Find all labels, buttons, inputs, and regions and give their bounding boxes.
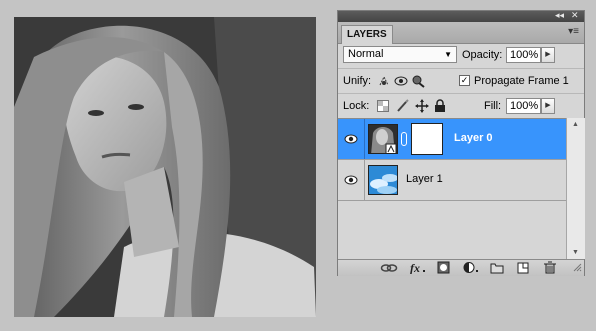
adjustment-layer-icon[interactable] [463, 261, 481, 274]
fill-label: Fill: [484, 100, 502, 112]
scroll-down-icon[interactable]: ▼ [572, 249, 579, 256]
lock-position-icon[interactable] [415, 99, 429, 113]
sky-clouds-thumbnail[interactable] [368, 165, 398, 195]
visibility-toggle[interactable] [338, 160, 365, 200]
unify-row: Unify: ✓ Propagate Frame 1 [338, 68, 584, 93]
fill-slider-button[interactable]: ▶ [541, 98, 555, 114]
chevron-down-icon: ▼ [444, 50, 452, 59]
fx-icon[interactable]: fx [409, 261, 427, 274]
resize-grip-icon[interactable] [573, 263, 582, 272]
eye-icon[interactable] [344, 174, 358, 186]
portrait-thumbnail[interactable] [368, 124, 398, 154]
lock-row: Lock: Fill: 100% ▶ [338, 93, 584, 118]
unify-position-icon[interactable] [377, 74, 391, 88]
lock-label: Lock: [343, 100, 370, 112]
unify-label: Unify: [343, 75, 372, 87]
new-layer-icon[interactable] [516, 261, 530, 274]
delete-icon[interactable] [543, 261, 557, 274]
document-canvas[interactable] [14, 17, 316, 317]
panel-footer: fx [338, 259, 584, 276]
unify-visibility-icon[interactable] [394, 74, 408, 88]
lock-all-icon[interactable] [434, 99, 446, 113]
layers-panel: ◂◂ ✕ LAYERS ▾≡ Normal ▼ Opacity: 100% ▶ … [337, 10, 585, 276]
lock-transparent-pixels-icon[interactable] [377, 100, 389, 112]
opacity-input[interactable]: 100% [506, 47, 541, 63]
propagate-frame-checkbox[interactable]: ✓ [459, 75, 470, 86]
layers-list: Layer 0 Layer 1 [338, 118, 584, 260]
lock-image-pixels-icon[interactable] [396, 99, 410, 113]
unify-style-icon[interactable] [411, 74, 425, 88]
panel-menu-icon[interactable]: ▾≡ [568, 26, 579, 37]
svg-text:fx: fx [410, 261, 420, 274]
fill-input[interactable]: 100% [506, 98, 541, 114]
layer-name: Layer 1 [406, 173, 443, 185]
layer-row-layer-1[interactable]: Layer 1 [338, 160, 566, 201]
layer-mask-thumbnail[interactable] [411, 123, 443, 155]
layers-scrollbar[interactable]: ▲ ▼ [566, 118, 585, 259]
layer-name: Layer 0 [454, 132, 493, 144]
opacity-label: Opacity: [462, 49, 503, 61]
opacity-slider-button[interactable]: ▶ [541, 47, 555, 63]
scroll-up-icon[interactable]: ▲ [572, 121, 579, 128]
blend-row: Normal ▼ Opacity: 100% ▶ [338, 44, 584, 68]
portrait-image [14, 17, 316, 317]
close-icon[interactable]: ✕ [571, 10, 579, 21]
blend-mode-select[interactable]: Normal ▼ [343, 46, 457, 63]
blend-mode-value: Normal [348, 48, 384, 60]
new-group-icon[interactable] [490, 261, 504, 274]
tab-layers[interactable]: LAYERS [341, 25, 393, 44]
visibility-toggle[interactable] [338, 119, 365, 159]
propagate-frame-label: Propagate Frame 1 [474, 75, 569, 87]
collapse-icon[interactable]: ◂◂ [555, 10, 564, 21]
panel-tab-bar: LAYERS ▾≡ [338, 22, 584, 44]
add-mask-icon[interactable] [437, 261, 451, 274]
layer-row-layer-0[interactable]: Layer 0 [338, 119, 566, 160]
eye-icon[interactable] [344, 133, 358, 145]
mask-link-icon[interactable] [401, 132, 407, 146]
panel-titlebar[interactable]: ◂◂ ✕ [338, 10, 584, 22]
link-layers-icon[interactable] [380, 261, 398, 274]
